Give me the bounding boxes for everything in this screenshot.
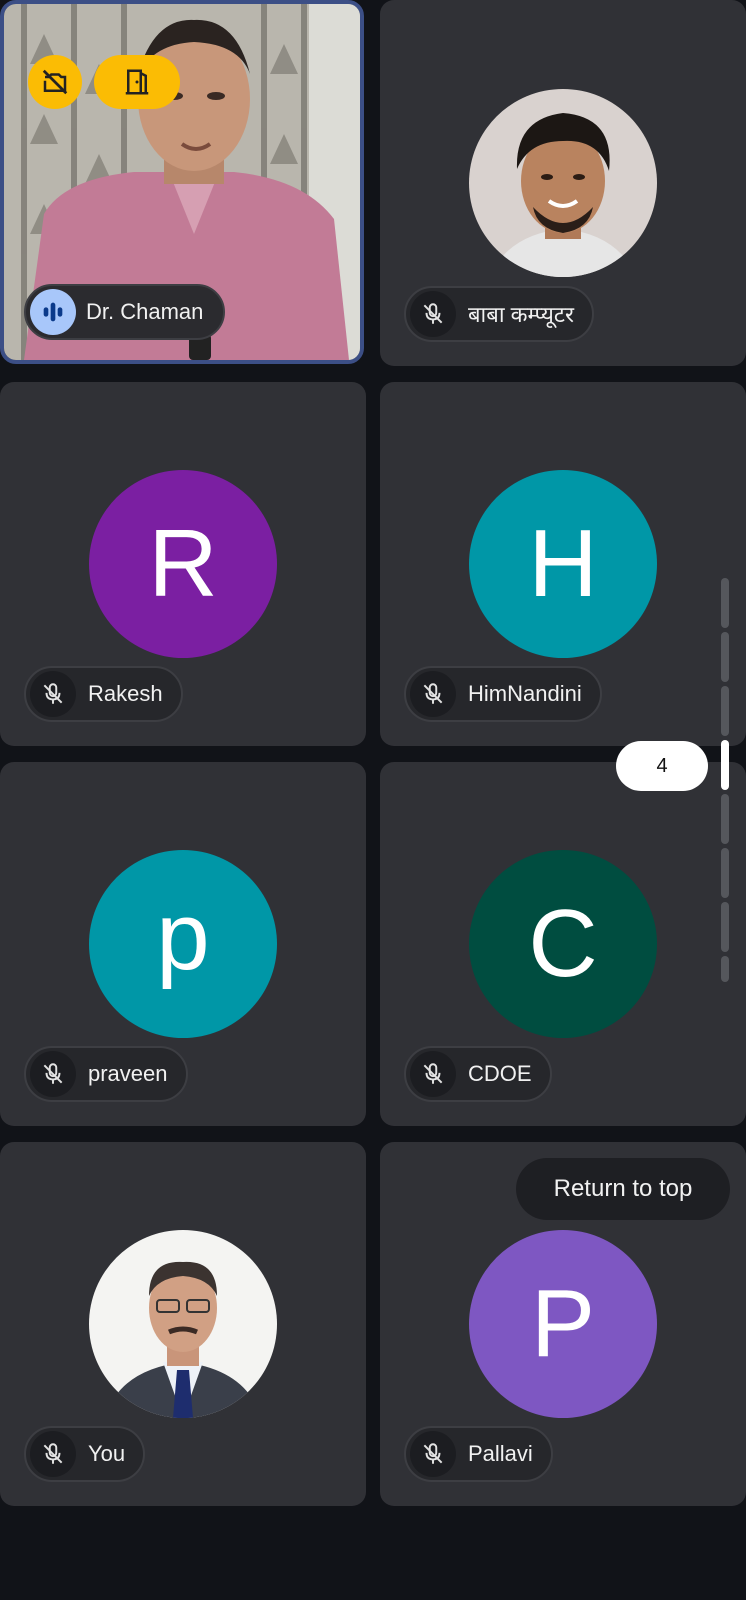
mic-status <box>410 291 456 337</box>
participant-photo <box>89 1230 277 1418</box>
participant-tile-rakesh[interactable]: R Rakesh <box>0 382 366 746</box>
mic-status <box>410 1051 456 1097</box>
name-pill: CDOE <box>404 1046 552 1102</box>
participant-name: Rakesh <box>88 681 163 706</box>
participant-name: CDOE <box>468 1061 532 1086</box>
name-pill: Rakesh <box>24 666 183 722</box>
initial-avatar: R <box>89 470 277 658</box>
mic-status <box>410 671 456 717</box>
mic-off-icon <box>43 683 63 704</box>
mic-off-icon <box>423 1443 443 1464</box>
profile-photo <box>89 1230 277 1418</box>
avatar-initial: C <box>528 890 598 997</box>
name-pill: बाबा कम्प्यूटर <box>404 286 595 342</box>
scroll-segment[interactable] <box>721 848 729 898</box>
participant-tile-cdoe[interactable]: C CDOE <box>380 762 746 1126</box>
mic-off-icon <box>43 1443 63 1464</box>
participant-photo <box>469 89 657 277</box>
mic-off-icon <box>43 1063 63 1084</box>
participant-tile-you[interactable]: You <box>0 1142 366 1506</box>
mic-status <box>30 1051 76 1097</box>
camera-off-badge <box>28 55 82 109</box>
initial-avatar: P <box>469 1230 657 1418</box>
scroll-segment[interactable] <box>721 794 729 844</box>
scroll-segment[interactable] <box>721 956 729 982</box>
mic-status <box>30 1431 76 1477</box>
name-pill: You <box>24 1426 146 1482</box>
return-to-top-button[interactable]: Return to top <box>516 1158 730 1220</box>
scroll-segment[interactable] <box>721 632 729 682</box>
audio-wave-icon <box>43 302 63 322</box>
avatar-initial: p <box>156 883 210 990</box>
participant-tile-dr-chaman[interactable]: Dr. Chaman <box>0 0 364 364</box>
initial-avatar: C <box>469 850 657 1038</box>
avatar-initial: R <box>148 510 218 617</box>
mic-off-icon <box>423 303 443 324</box>
participant-name: praveen <box>88 1061 168 1086</box>
mic-status <box>410 1431 456 1477</box>
scroll-segment[interactable] <box>721 686 729 736</box>
avatar-initial: P <box>530 1270 596 1377</box>
page-number-bubble: 4 <box>616 741 708 791</box>
initial-avatar: H <box>469 470 657 658</box>
exit-door-icon <box>125 69 149 95</box>
participant-name: You <box>88 1441 126 1466</box>
mic-status <box>30 671 76 717</box>
participant-tile-himnandini[interactable]: H HimNandini <box>380 382 746 746</box>
speaking-indicator <box>30 289 76 335</box>
name-pill: praveen <box>24 1046 188 1102</box>
scroll-segment[interactable] <box>721 578 729 628</box>
camera-off-icon <box>42 69 68 95</box>
participant-name: बाबा कम्प्यूटर <box>468 302 575 327</box>
name-pill: Dr. Chaman <box>24 284 226 340</box>
scroll-segment-current[interactable] <box>721 740 729 790</box>
participant-name: Pallavi <box>468 1441 533 1466</box>
profile-photo <box>469 89 657 277</box>
participant-name: HimNandini <box>468 681 582 706</box>
participant-name: Dr. Chaman <box>86 299 204 324</box>
initial-avatar: p <box>89 850 277 1038</box>
scroll-segment[interactable] <box>721 902 729 952</box>
mic-off-icon <box>423 683 443 704</box>
participant-tile-praveen[interactable]: p praveen <box>0 762 366 1126</box>
mic-off-icon <box>423 1063 443 1084</box>
name-pill: HimNandini <box>404 666 602 722</box>
avatar-initial: H <box>528 510 598 617</box>
name-pill: Pallavi <box>404 1426 553 1482</box>
participant-tile-baba-computer[interactable]: बाबा कम्प्यूटर <box>380 0 746 366</box>
exit-badge <box>94 55 180 109</box>
